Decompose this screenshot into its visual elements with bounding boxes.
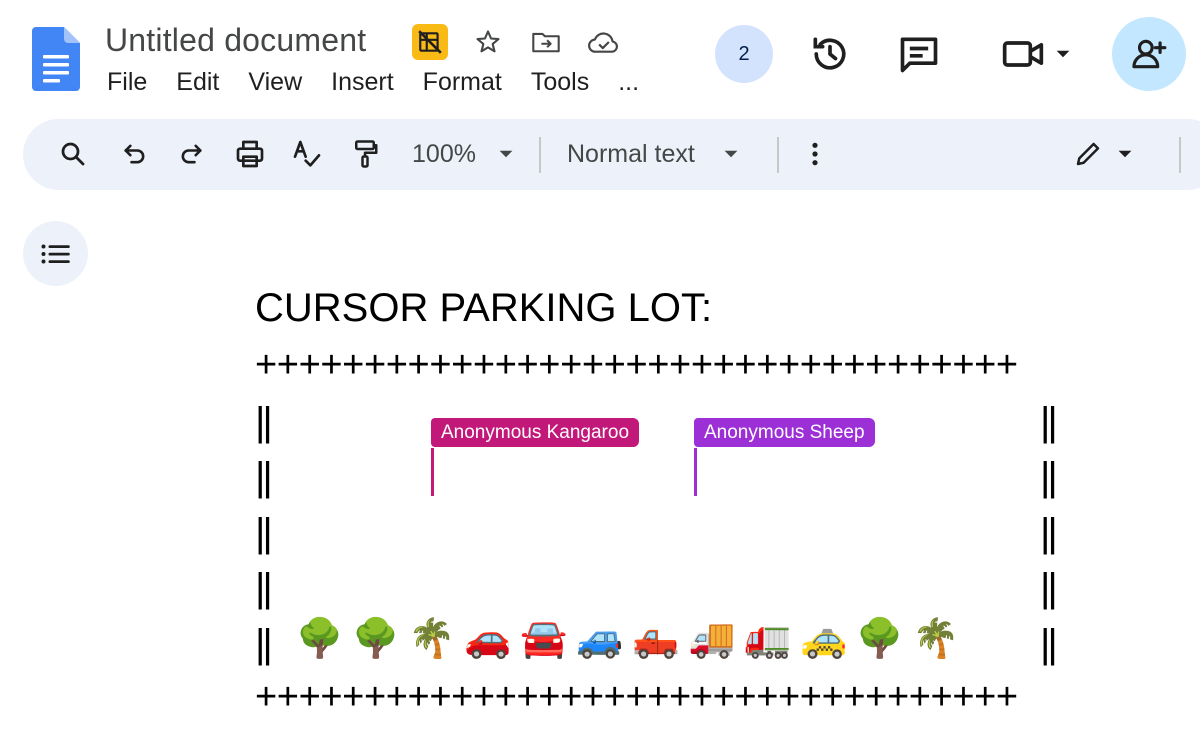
collaborator-name: Anonymous Kangaroo — [441, 421, 630, 443]
undo-button[interactable] — [115, 133, 155, 175]
collaborator-cursor-label: Anonymous Sheep — [694, 418, 875, 447]
lot-bottom-border[interactable]: +++++++++++++++++++++++++++++++++++ — [255, 678, 1018, 716]
zoom-value: 100% — [412, 139, 476, 168]
lot-left-wall[interactable]: || — [255, 402, 273, 442]
tree-icon: 🌳 — [856, 616, 904, 660]
menu-more[interactable]: ... — [618, 68, 639, 97]
viewer-count: 2 — [738, 42, 750, 65]
spellcheck-icon — [293, 140, 321, 167]
paragraph-style-select[interactable]: Normal text — [567, 133, 757, 175]
menu-edit[interactable]: Edit — [176, 68, 219, 97]
menu-insert[interactable]: Insert — [331, 68, 394, 97]
lot-left-wall[interactable]: || — [255, 568, 273, 608]
lot-left-wall[interactable]: || — [255, 457, 273, 497]
lorry-icon: 🚛 — [744, 616, 792, 660]
lot-top-border[interactable]: +++++++++++++++++++++++++++++++++++ — [255, 346, 1018, 384]
menu-tools[interactable]: Tools — [531, 68, 589, 97]
print-button[interactable] — [229, 133, 271, 175]
collaborator-name: Anonymous Sheep — [704, 421, 865, 443]
pencil-icon — [1076, 142, 1100, 166]
toolbar-divider — [539, 137, 541, 173]
comments-button[interactable] — [895, 30, 943, 78]
zoom-select[interactable]: 100% — [407, 133, 519, 175]
chevron-down-icon — [499, 150, 513, 158]
comment-icon — [900, 37, 938, 73]
pickup-truck-icon: 🛻 — [632, 616, 680, 660]
parking-row: 🌳 🌳 🌴 🚗 🚘 🚙 🛻 🚚 🚛 🚕 🌳 🌴 — [296, 614, 960, 662]
toolbar-divider — [1179, 137, 1181, 173]
redo-icon — [181, 144, 202, 164]
version-history-button[interactable] — [806, 30, 854, 78]
collaborator-cursor-label: Anonymous Kangaroo — [431, 418, 640, 447]
tree-icon: 🌳 — [296, 616, 344, 660]
outline-list-icon — [41, 244, 70, 263]
print-icon — [236, 140, 264, 168]
delivery-truck-icon: 🚚 — [688, 616, 736, 660]
palm-tree-icon: 🌴 — [408, 616, 456, 660]
tree-icon: 🌳 — [352, 616, 400, 660]
chevron-down-icon — [1118, 150, 1132, 158]
more-vertical-icon — [812, 142, 818, 166]
paragraph-style-value: Normal text — [567, 139, 695, 168]
spelling-check-button[interactable] — [287, 133, 327, 175]
lot-left-wall[interactable]: || — [255, 513, 273, 553]
hidden-from-search-icon[interactable] — [412, 24, 448, 60]
lot-right-wall[interactable]: || — [1040, 624, 1058, 664]
search-icon — [61, 142, 85, 166]
doc-heading[interactable]: CURSOR PARKING LOT: — [255, 286, 712, 331]
paint-format-button[interactable] — [345, 133, 385, 175]
history-icon — [813, 37, 846, 70]
redo-button[interactable] — [171, 133, 211, 175]
lot-left-wall[interactable]: || — [255, 624, 273, 664]
viewer-count-badge[interactable]: 2 — [715, 25, 773, 83]
meet-button[interactable] — [996, 30, 1076, 78]
move-to-folder-icon[interactable] — [528, 24, 564, 60]
editing-mode-select[interactable] — [1067, 133, 1139, 175]
menu-format[interactable]: Format — [423, 68, 502, 97]
menu-view[interactable]: View — [248, 68, 302, 97]
collaborator-cursor-caret — [431, 448, 434, 496]
document-outline-button[interactable] — [23, 221, 88, 286]
lot-right-wall[interactable]: || — [1040, 568, 1058, 608]
lot-right-wall[interactable]: || — [1040, 402, 1058, 442]
formatting-toolbar: 100% Normal text — [23, 119, 1200, 190]
oncoming-car-icon: 🚘 — [520, 616, 568, 660]
share-button[interactable] — [1112, 17, 1186, 91]
taxi-icon: 🚕 — [800, 616, 848, 660]
star-icon[interactable] — [470, 24, 506, 60]
collaborator-cursor-caret — [694, 448, 697, 496]
red-car-icon: 🚗 — [464, 616, 512, 660]
more-tools-button[interactable] — [795, 133, 835, 175]
suv-icon: 🚙 — [576, 616, 624, 660]
chevron-down-icon — [724, 150, 738, 158]
palm-tree-icon: 🌴 — [912, 616, 960, 660]
docs-logo-icon[interactable] — [32, 27, 80, 91]
menu-file[interactable]: File — [107, 68, 147, 97]
video-camera-icon — [1002, 41, 1044, 67]
undo-icon — [124, 144, 145, 164]
toolbar-divider — [777, 137, 779, 173]
menu-bar: File Edit View Insert Format Tools ... — [107, 68, 639, 97]
lot-right-wall[interactable]: || — [1040, 513, 1058, 553]
cloud-saved-icon[interactable] — [586, 24, 622, 60]
search-menus-button[interactable] — [53, 133, 93, 175]
chevron-down-icon — [1056, 50, 1070, 58]
add-person-icon — [1132, 39, 1167, 69]
document-title[interactable]: Untitled document — [105, 22, 366, 59]
lot-right-wall[interactable]: || — [1040, 457, 1058, 497]
paint-roller-icon — [355, 140, 378, 168]
